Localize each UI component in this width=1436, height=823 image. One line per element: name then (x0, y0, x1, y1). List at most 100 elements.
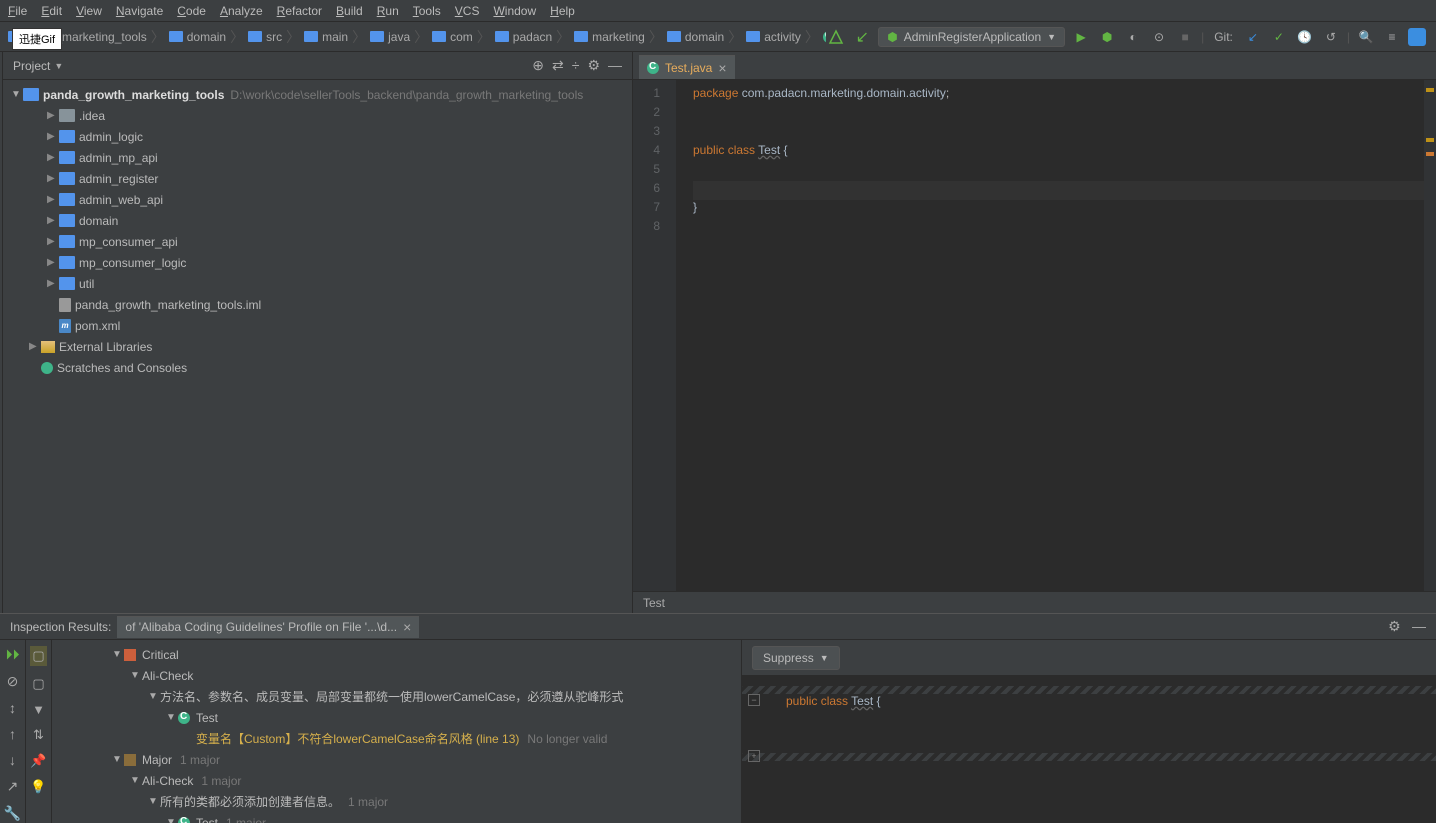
git-commit-icon[interactable]: ✓ (1269, 27, 1289, 47)
menu-navigate[interactable]: Navigate (116, 4, 163, 18)
inspection-tree[interactable]: ▼Critical▼Ali-Check▼方法名、参数名、成员变量、局部变量都统一… (52, 640, 742, 823)
inspection-row[interactable]: ▼Test (52, 707, 741, 728)
next-icon[interactable]: ↓ (9, 752, 16, 768)
locate-icon[interactable]: ⊕ (532, 57, 544, 74)
project-title[interactable]: Project (13, 59, 50, 73)
stop-icon[interactable]: ■ (1175, 27, 1195, 47)
wrench-icon[interactable]: 🔧 (4, 805, 21, 822)
chevron-down-icon[interactable]: ▼ (54, 61, 63, 71)
editor-area: Test.java × 12345678 package com.padacn.… (633, 52, 1436, 613)
run-config-dropdown[interactable]: ⬢ AdminRegisterApplication ▼ (878, 27, 1065, 47)
inspection-detail: Suppress ▼ − public class Test { + (742, 640, 1436, 823)
tree-item[interactable]: panda_growth_marketing_tools.iml (3, 294, 632, 315)
breadcrumb-item[interactable]: marketing〉 (574, 27, 667, 47)
tree-item[interactable]: mpom.xml (3, 315, 632, 336)
export-icon[interactable]: ↗ (7, 778, 19, 795)
tree-item[interactable]: ▶admin_web_api (3, 189, 632, 210)
git-update-icon[interactable]: ↙ (1243, 27, 1263, 47)
menu-file[interactable]: File (8, 4, 27, 18)
menu-vcs[interactable]: VCS (455, 4, 480, 18)
menu-view[interactable]: View (76, 4, 102, 18)
close-icon[interactable]: × (718, 60, 726, 76)
pin-icon[interactable]: 📌 (30, 753, 46, 769)
debug-icon[interactable]: ⬢ (1097, 27, 1117, 47)
breadcrumb-item[interactable]: java〉 (370, 27, 432, 47)
menu-tools[interactable]: Tools (413, 4, 441, 18)
avatar-icon[interactable] (1408, 28, 1426, 46)
menu-analyze[interactable]: Analyze (220, 4, 263, 18)
tab-testjava[interactable]: Test.java × (639, 55, 735, 79)
inspection-row[interactable]: ▼Major1 major (52, 749, 741, 770)
line-gutter: 12345678 (633, 80, 677, 591)
breadcrumb-item[interactable]: com〉 (432, 27, 495, 47)
suppress-button[interactable]: Suppress ▼ (752, 646, 840, 670)
tree-item[interactable]: ▶admin_logic (3, 126, 632, 147)
fold-icon[interactable]: − (748, 694, 760, 706)
close-icon[interactable]: × (403, 619, 411, 635)
hide-icon[interactable]: — (1412, 618, 1426, 634)
menu-build[interactable]: Build (336, 4, 363, 18)
editor-breadcrumb[interactable]: Test (633, 591, 1436, 613)
menu-window[interactable]: Window (493, 4, 536, 18)
gear-icon[interactable]: ⚙ (1388, 618, 1401, 634)
inspection-tab[interactable]: of 'Alibaba Coding Guidelines' Profile o… (117, 616, 419, 638)
profile-icon[interactable]: ⊙ (1149, 27, 1169, 47)
tree-item[interactable]: ▶mp_consumer_api (3, 231, 632, 252)
menu-help[interactable]: Help (550, 4, 575, 18)
tree-item[interactable]: ▶admin_mp_api (3, 147, 632, 168)
menu-refactor[interactable]: Refactor (277, 4, 322, 18)
tree-root[interactable]: ▼panda_growth_marketing_toolsD:\work\cod… (3, 84, 632, 105)
autoscroll-icon[interactable]: ⇅ (33, 727, 44, 743)
inspection-row[interactable]: ▼所有的类都必须添加创建者信息。1 major (52, 791, 741, 812)
editor-tabs: Test.java × (633, 52, 1436, 80)
code-editor[interactable]: 12345678 package com.padacn.marketing.do… (633, 80, 1436, 591)
inspection-row[interactable]: 变量名【Custom】不符合lowerCamelCase命名风格 (line 1… (52, 728, 741, 749)
project-tree[interactable]: ▼panda_growth_marketing_toolsD:\work\cod… (3, 80, 632, 613)
tree-item[interactable]: ▶mp_consumer_logic (3, 252, 632, 273)
chevron-down-icon: ▼ (1047, 32, 1056, 42)
breadcrumb-item[interactable]: domain〉 (667, 27, 746, 47)
search-icon[interactable]: 🔍 (1356, 27, 1376, 47)
funnel-icon[interactable]: ▼ (32, 702, 45, 717)
run-icon[interactable]: ▶ (1071, 27, 1091, 47)
git-revert-icon[interactable]: ↺ (1321, 27, 1341, 47)
ide-settings-icon[interactable]: ≡ (1382, 27, 1402, 47)
coverage-icon[interactable]: ◐ (1123, 27, 1143, 47)
tree-item[interactable]: ▶util (3, 273, 632, 294)
breadcrumb-item[interactable]: padacn〉 (495, 27, 574, 47)
breadcrumb-item[interactable]: activity〉 (746, 27, 823, 47)
inspection-row[interactable]: ▼Critical (52, 644, 741, 665)
collapse-icon[interactable]: ÷ (572, 57, 580, 74)
inspection-row[interactable]: ▼Test1 major (52, 812, 741, 823)
menu-code[interactable]: Code (177, 4, 206, 18)
rerun-icon[interactable]: ⏵⏵ (6, 646, 20, 663)
tree-item[interactable]: ▶.idea (3, 105, 632, 126)
expand-icon[interactable]: ⇄ (552, 57, 564, 74)
breadcrumb-item[interactable]: domain〉 (169, 27, 248, 47)
expand-all-icon[interactable]: ↕ (9, 700, 16, 716)
menu-run[interactable]: Run (377, 4, 399, 18)
tree-item[interactable]: ▶External Libraries (3, 336, 632, 357)
close-icon[interactable]: ⊘ (7, 673, 19, 690)
bulb-icon[interactable]: 💡 (30, 779, 46, 795)
gear-icon[interactable]: ⚙ (587, 57, 600, 74)
code-content[interactable]: package com.padacn.marketing.domain.acti… (677, 80, 1436, 591)
git-history-icon[interactable]: 🕓 (1295, 27, 1315, 47)
inspection-row[interactable]: ▼方法名、参数名、成员变量、局部变量都统一使用lowerCamelCase，必须… (52, 686, 741, 707)
tree-item[interactable]: Scratches and Consoles (3, 357, 632, 378)
tree-item[interactable]: ▶admin_register (3, 168, 632, 189)
fold-icon[interactable]: + (748, 750, 760, 762)
prev-icon[interactable]: ↑ (9, 726, 16, 742)
breadcrumb-item[interactable]: main〉 (304, 27, 370, 47)
breadcrumb-item[interactable]: src〉 (248, 27, 304, 47)
group-icon[interactable]: ▢ (30, 646, 46, 666)
build-icon[interactable] (826, 27, 846, 47)
sync-icon[interactable]: ↙ (852, 27, 872, 47)
inspection-row[interactable]: ▼Ali-Check (52, 665, 741, 686)
menu-edit[interactable]: Edit (41, 4, 62, 18)
inspection-row[interactable]: ▼Ali-Check1 major (52, 770, 741, 791)
filter-icon[interactable]: ▢ (32, 676, 44, 692)
tree-item[interactable]: ▶domain (3, 210, 632, 231)
breadcrumb-item[interactable]: Test (823, 30, 826, 44)
hide-icon[interactable]: — (608, 57, 622, 74)
